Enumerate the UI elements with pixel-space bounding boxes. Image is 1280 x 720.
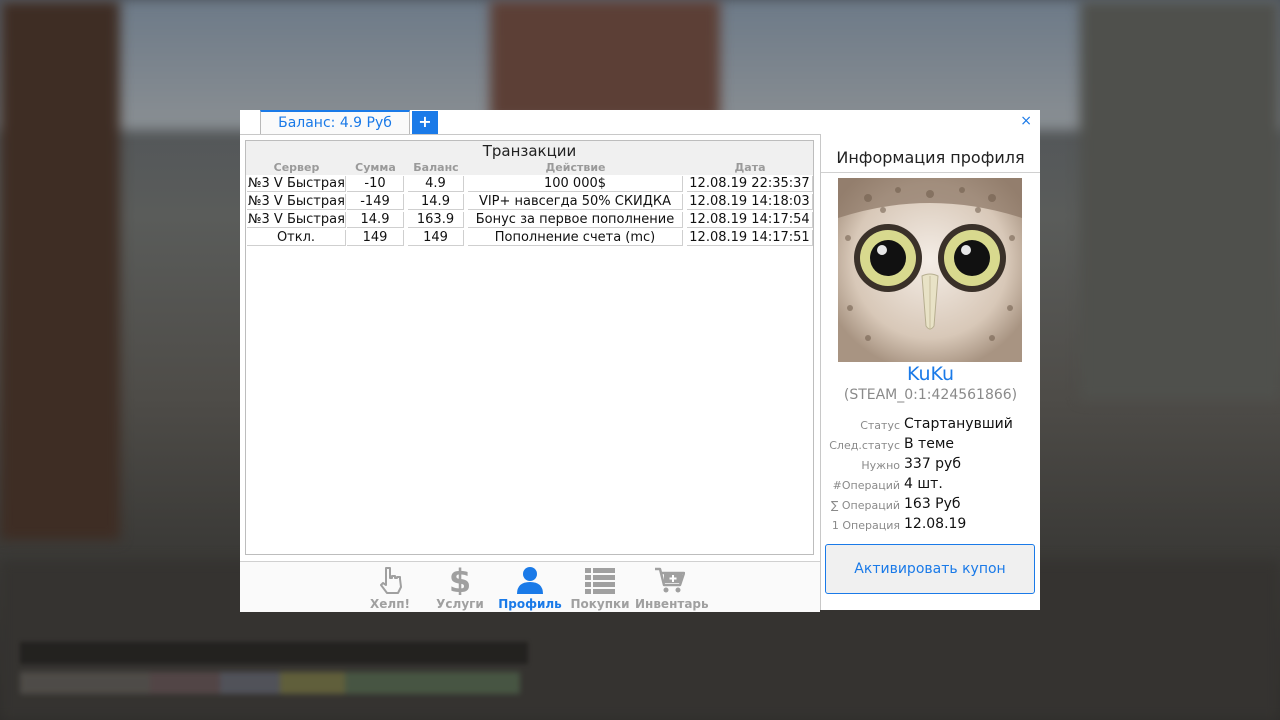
stat-label: 1 Операция <box>831 519 900 532</box>
activate-coupon-button[interactable]: Активировать купон <box>825 544 1035 594</box>
stat-label: След.статус <box>829 439 900 452</box>
transactions-table: Транзакции Сервер Сумма Баланс Действие … <box>245 140 814 555</box>
nav-services[interactable]: $ Услуги <box>425 562 495 612</box>
stat-value: 12.08.19 <box>904 516 967 532</box>
column-header-date[interactable]: Дата <box>687 161 813 175</box>
stat-status: Статус Стартанувший <box>821 416 1040 436</box>
background-chat-bar <box>20 642 528 664</box>
cart-plus-icon <box>655 567 685 593</box>
avatar <box>838 178 1022 362</box>
stat-operation-sum: ∑ Операций 163 Руб <box>821 496 1040 516</box>
stat-operation-count: #Операций 4 шт. <box>821 476 1040 496</box>
stat-value: 337 руб <box>904 456 961 472</box>
cell-date: 12.08.19 14:18:03 <box>687 194 813 210</box>
steam-id: (STEAM_0:1:424561866) <box>843 387 1018 403</box>
nav-inventory-label: Инвентарь <box>635 597 709 611</box>
cell-action: VIP+ навсегда 50% СКИДКА <box>468 194 683 210</box>
tab-balance[interactable]: Баланс: 4.9 Руб <box>260 110 410 134</box>
column-header-action[interactable]: Действие <box>468 161 683 175</box>
nav-profile[interactable]: Профиль <box>495 562 565 612</box>
cell-action: Пополнение счета (mc) <box>468 230 683 246</box>
nav-inventory[interactable]: Инвентарь <box>635 562 709 612</box>
table-row[interactable]: Откл. 149 149 Пополнение счета (mc) 12.0… <box>246 229 813 247</box>
transactions-title: Транзакции <box>246 141 813 161</box>
svg-text:$: $ <box>449 565 471 595</box>
username: KuKu <box>906 363 955 385</box>
cell-balance: 14.9 <box>408 194 464 210</box>
cell-balance: 4.9 <box>408 176 464 192</box>
stat-label: Нужно <box>861 459 900 472</box>
donate-window: Баланс: 4.9 Руб + × Транзакции Сервер Су… <box>240 110 1040 612</box>
cell-server: Откл. <box>247 230 346 246</box>
column-header-server[interactable]: Сервер <box>247 161 346 175</box>
table-row[interactable]: №3 V Быстрая -10 4.9 100 000$ 12.08.19 2… <box>246 175 813 193</box>
bottom-nav: Хелп! $ Услуги Профиль Покупки Инвентарь <box>240 561 820 612</box>
owl-avatar-image <box>838 178 1022 362</box>
stat-label: #Операций <box>832 479 900 492</box>
nav-purchases[interactable]: Покупки <box>565 562 635 612</box>
hand-pointer-icon <box>380 567 402 594</box>
profile-title: Информация профиля <box>836 148 1025 167</box>
stat-needed: Нужно 337 руб <box>821 456 1040 476</box>
table-row[interactable]: №3 V Быстрая 14.9 163.9 Бонус за первое … <box>246 211 813 229</box>
column-header-balance[interactable]: Баланс <box>408 161 464 175</box>
cell-balance: 163.9 <box>408 212 464 228</box>
nav-profile-label: Профиль <box>498 597 562 611</box>
stat-label: ∑ Операций <box>830 499 900 512</box>
close-icon[interactable]: × <box>1020 112 1032 130</box>
cell-server: №3 V Быстрая <box>247 212 346 228</box>
stat-value: 4 шт. <box>904 476 943 492</box>
cell-amount: -10 <box>347 176 404 192</box>
stat-value: 163 Руб <box>904 496 961 512</box>
background-building <box>0 0 120 540</box>
cell-balance: 149 <box>408 230 464 246</box>
table-row[interactable]: №3 V Быстрая -149 14.9 VIP+ навсегда 50%… <box>246 193 813 211</box>
cell-server: №3 V Быстрая <box>247 176 346 192</box>
cell-action: 100 000$ <box>468 176 683 192</box>
stat-value: В теме <box>904 436 954 452</box>
tab-strip: Баланс: 4.9 Руб + × <box>240 110 1040 134</box>
stat-value: Стартанувший <box>904 416 1013 432</box>
background-hud-chips <box>20 672 520 694</box>
background-building <box>1080 0 1280 400</box>
nav-help[interactable]: Хелп! <box>355 562 425 612</box>
cell-server: №3 V Быстрая <box>247 194 346 210</box>
nav-services-label: Услуги <box>436 597 484 611</box>
user-icon <box>517 567 543 594</box>
nav-purchases-label: Покупки <box>570 597 630 611</box>
cell-date: 12.08.19 14:17:51 <box>687 230 813 246</box>
cell-amount: 14.9 <box>347 212 404 228</box>
divider <box>821 172 1040 173</box>
add-tab-button[interactable]: + <box>412 111 438 134</box>
stat-next-status: След.статус В теме <box>821 436 1040 456</box>
background-building <box>490 0 720 120</box>
list-icon <box>585 568 615 594</box>
cell-date: 12.08.19 22:35:37 <box>687 176 813 192</box>
cell-date: 12.08.19 14:17:54 <box>687 212 813 228</box>
cell-amount: -149 <box>347 194 404 210</box>
stat-first-operation: 1 Операция 12.08.19 <box>821 516 1040 536</box>
table-header: Сервер Сумма Баланс Действие Дата <box>246 161 813 175</box>
cell-action: Бонус за первое пополнение <box>468 212 683 228</box>
cell-amount: 149 <box>347 230 404 246</box>
column-header-amount[interactable]: Сумма <box>347 161 404 175</box>
left-pane: Транзакции Сервер Сумма Баланс Действие … <box>240 134 821 612</box>
nav-help-label: Хелп! <box>370 597 410 611</box>
stat-label: Статус <box>860 419 900 432</box>
dollar-icon: $ <box>449 565 471 595</box>
profile-panel: Информация профиля KuKu (STEAM_0:1:42456… <box>821 134 1040 610</box>
